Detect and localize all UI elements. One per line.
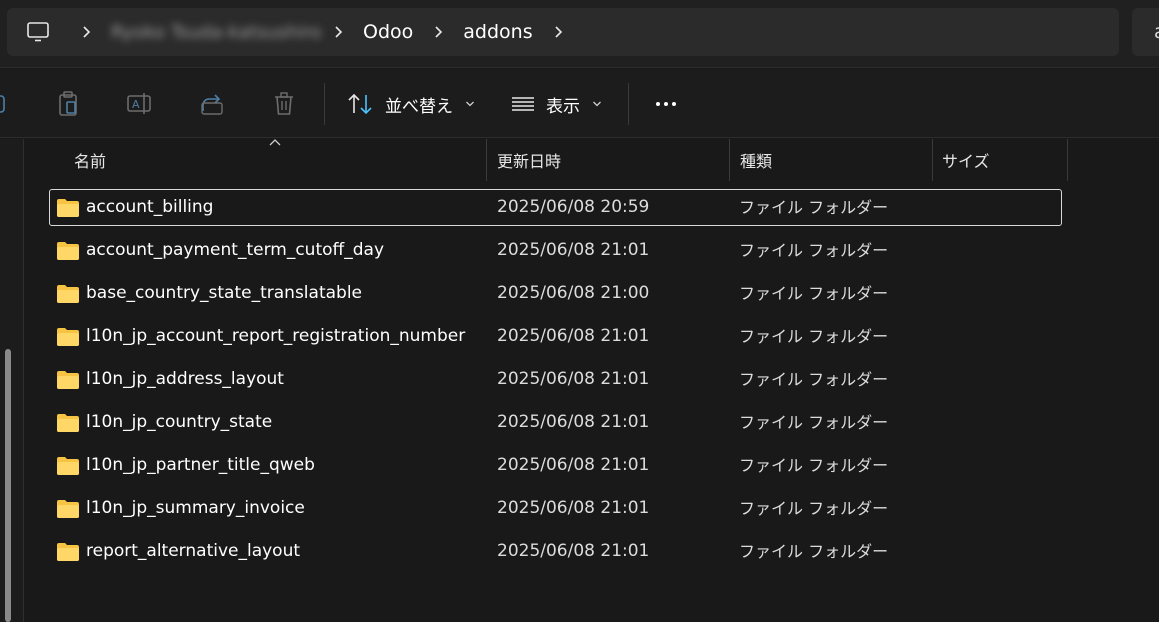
column-header-type[interactable]: 種類 bbox=[730, 139, 933, 181]
column-header-modified[interactable]: 更新日時 bbox=[487, 139, 730, 181]
this-pc-icon[interactable] bbox=[7, 8, 69, 56]
file-type: ファイル フォルダー bbox=[739, 241, 889, 260]
column-header-modified-label: 更新日時 bbox=[497, 152, 562, 171]
folder-icon bbox=[57, 371, 79, 389]
navigation-pane bbox=[0, 139, 24, 622]
file-modified: 2025/06/08 21:01 bbox=[497, 498, 650, 518]
file-type: ファイル フォルダー bbox=[739, 413, 889, 432]
table-row[interactable]: report_alternative_layout 2025/06/08 21:… bbox=[49, 533, 1062, 570]
file-type: ファイル フォルダー bbox=[739, 499, 889, 518]
folder-icon bbox=[57, 328, 79, 346]
file-type: ファイル フォルダー bbox=[739, 284, 889, 303]
chevron-right-icon[interactable] bbox=[321, 8, 355, 56]
view-button[interactable]: 表示 bbox=[510, 87, 602, 121]
chevron-right-icon[interactable] bbox=[421, 8, 455, 56]
file-type: ファイル フォルダー bbox=[739, 198, 889, 217]
share-icon[interactable] bbox=[197, 89, 227, 119]
file-modified: 2025/06/08 21:01 bbox=[497, 412, 650, 432]
table-row[interactable]: account_billing 2025/06/08 20:59 ファイル フォ… bbox=[49, 189, 1062, 226]
list-view-icon bbox=[512, 97, 534, 111]
table-row[interactable]: base_country_state_translatable 2025/06/… bbox=[49, 275, 1062, 312]
navigation-scrollbar[interactable] bbox=[5, 349, 11, 622]
file-name: base_country_state_translatable bbox=[86, 283, 363, 303]
column-header-name-label: 名前 bbox=[74, 152, 107, 171]
toolbar-divider bbox=[628, 83, 629, 125]
folder-icon bbox=[57, 457, 79, 475]
file-modified: 2025/06/08 21:01 bbox=[497, 240, 650, 260]
search-input[interactable]: a bbox=[1132, 8, 1159, 56]
file-type: ファイル フォルダー bbox=[739, 370, 889, 389]
breadcrumb-odoo[interactable]: Odoo bbox=[355, 8, 421, 56]
file-type: ファイル フォルダー bbox=[739, 327, 889, 346]
address-toolbar: Ryoko Tsuda-katsushiro Odoo addons a bbox=[0, 0, 1159, 68]
folder-icon bbox=[57, 285, 79, 303]
file-type: ファイル フォルダー bbox=[739, 542, 889, 561]
toolbar-divider bbox=[324, 83, 325, 125]
chevron-down-icon bbox=[593, 101, 601, 107]
file-modified: 2025/06/08 21:00 bbox=[497, 283, 650, 303]
file-name: report_alternative_layout bbox=[86, 541, 301, 561]
folder-icon bbox=[57, 543, 79, 561]
file-name: l10n_jp_account_report_registration_numb… bbox=[86, 326, 466, 346]
table-row[interactable]: l10n_jp_partner_title_qweb 2025/06/08 21… bbox=[49, 447, 1062, 484]
table-row[interactable]: l10n_jp_address_layout 2025/06/08 21:01 … bbox=[49, 361, 1062, 398]
file-modified: 2025/06/08 21:01 bbox=[497, 455, 650, 475]
folder-icon bbox=[57, 500, 79, 518]
table-row[interactable]: l10n_jp_summary_invoice 2025/06/08 21:01… bbox=[49, 490, 1062, 527]
sort-button[interactable]: 並べ替え bbox=[347, 87, 475, 121]
folder-icon bbox=[57, 199, 79, 217]
file-name: l10n_jp_summary_invoice bbox=[86, 498, 305, 518]
column-header-name[interactable]: 名前 bbox=[49, 139, 487, 181]
file-modified: 2025/06/08 21:01 bbox=[497, 369, 650, 389]
address-bar[interactable]: Ryoko Tsuda-katsushiro Odoo addons bbox=[7, 8, 1119, 56]
more-options-icon[interactable] bbox=[650, 93, 682, 115]
delete-icon[interactable] bbox=[269, 89, 299, 119]
file-type: ファイル フォルダー bbox=[739, 456, 889, 475]
chevron-right-icon[interactable] bbox=[541, 8, 575, 56]
chevron-right-icon[interactable] bbox=[69, 8, 103, 56]
file-name: l10n_jp_partner_title_qweb bbox=[86, 455, 315, 475]
command-bar: A 並べ替え 表示 bbox=[0, 69, 1159, 138]
file-name: account_payment_term_cutoff_day bbox=[86, 240, 384, 260]
breadcrumb-addons[interactable]: addons bbox=[455, 8, 540, 56]
cut-icon[interactable] bbox=[0, 89, 14, 119]
file-name: account_billing bbox=[86, 197, 214, 217]
svg-text:A: A bbox=[132, 98, 140, 111]
file-name: l10n_jp_country_state bbox=[86, 412, 273, 432]
table-row[interactable]: l10n_jp_country_state 2025/06/08 21:01 フ… bbox=[49, 404, 1062, 441]
sort-label: 並べ替え bbox=[385, 96, 453, 117]
file-modified: 2025/06/08 21:01 bbox=[497, 326, 650, 346]
sort-icon bbox=[348, 93, 372, 115]
folder-icon bbox=[57, 414, 79, 432]
table-row[interactable]: l10n_jp_account_report_registration_numb… bbox=[49, 318, 1062, 355]
breadcrumb-user[interactable]: Ryoko Tsuda-katsushiro bbox=[103, 8, 321, 56]
column-header-size-label: サイズ bbox=[942, 152, 990, 171]
rename-icon[interactable]: A bbox=[125, 89, 155, 119]
view-label: 表示 bbox=[546, 96, 580, 117]
paste-icon[interactable] bbox=[53, 89, 83, 119]
file-name: l10n_jp_address_layout bbox=[86, 369, 284, 389]
table-row[interactable]: account_payment_term_cutoff_day 2025/06/… bbox=[49, 232, 1062, 269]
chevron-down-icon bbox=[466, 101, 474, 107]
file-modified: 2025/06/08 20:59 bbox=[497, 197, 650, 217]
column-header-size[interactable]: サイズ bbox=[933, 139, 1068, 181]
column-header-type-label: 種類 bbox=[740, 152, 773, 171]
folder-icon bbox=[57, 242, 79, 260]
file-modified: 2025/06/08 21:01 bbox=[497, 541, 650, 561]
